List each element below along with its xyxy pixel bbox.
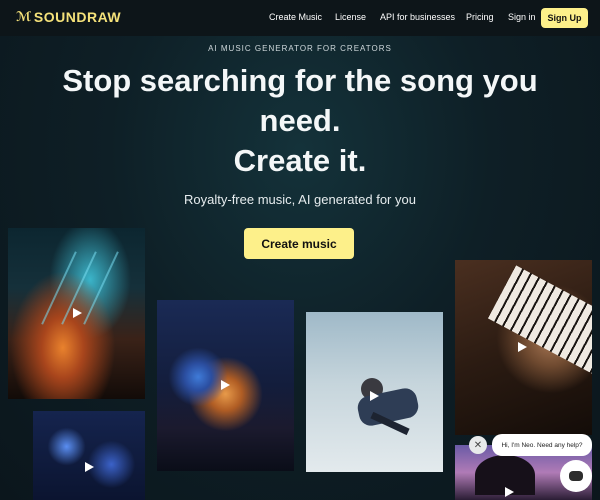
logo[interactable]: ℳ SOUNDRAW [16,9,121,25]
video-tile-concert[interactable] [8,228,145,399]
nav-sign-in[interactable]: Sign in [508,12,536,22]
light-beam [41,251,77,325]
piano-keys [487,265,592,375]
play-icon[interactable] [221,380,230,390]
nav-api[interactable]: API for businesses [380,12,455,22]
play-icon[interactable] [518,342,527,352]
nav-pricing[interactable]: Pricing [466,12,494,22]
chat-greeting[interactable]: Hi, I'm Neo. Need any help? [492,434,592,456]
chat-launcher-button[interactable] [560,460,592,492]
nav-license[interactable]: License [335,12,366,22]
play-icon[interactable] [370,391,379,401]
chat-close-icon[interactable]: ✕ [469,436,487,454]
chat-icon [569,471,583,481]
hero-headline: Stop searching for the song you need. [62,63,538,138]
video-tile-piano[interactable] [455,260,592,435]
create-music-button[interactable]: Create music [244,228,354,259]
play-icon[interactable] [85,462,94,472]
video-tile-fantasy[interactable] [157,300,294,471]
top-nav: ℳ SOUNDRAW Create Music License API for … [0,0,600,36]
hero-subtitle: Royalty-free music, AI generated for you [184,192,416,207]
video-tile-dancer[interactable] [306,312,443,472]
logo-icon: ℳ [16,9,32,24]
sign-up-button[interactable]: Sign Up [541,8,588,28]
nav-create-music[interactable]: Create Music [269,12,322,22]
play-icon[interactable] [73,308,82,318]
hero-headline-emphasis: Create it. [233,143,367,178]
play-icon[interactable] [505,487,514,497]
hero-eyebrow: AI MUSIC GENERATOR FOR CREATORS [208,44,392,53]
logo-text: SOUNDRAW [33,9,122,25]
video-tile-city[interactable] [33,411,145,500]
